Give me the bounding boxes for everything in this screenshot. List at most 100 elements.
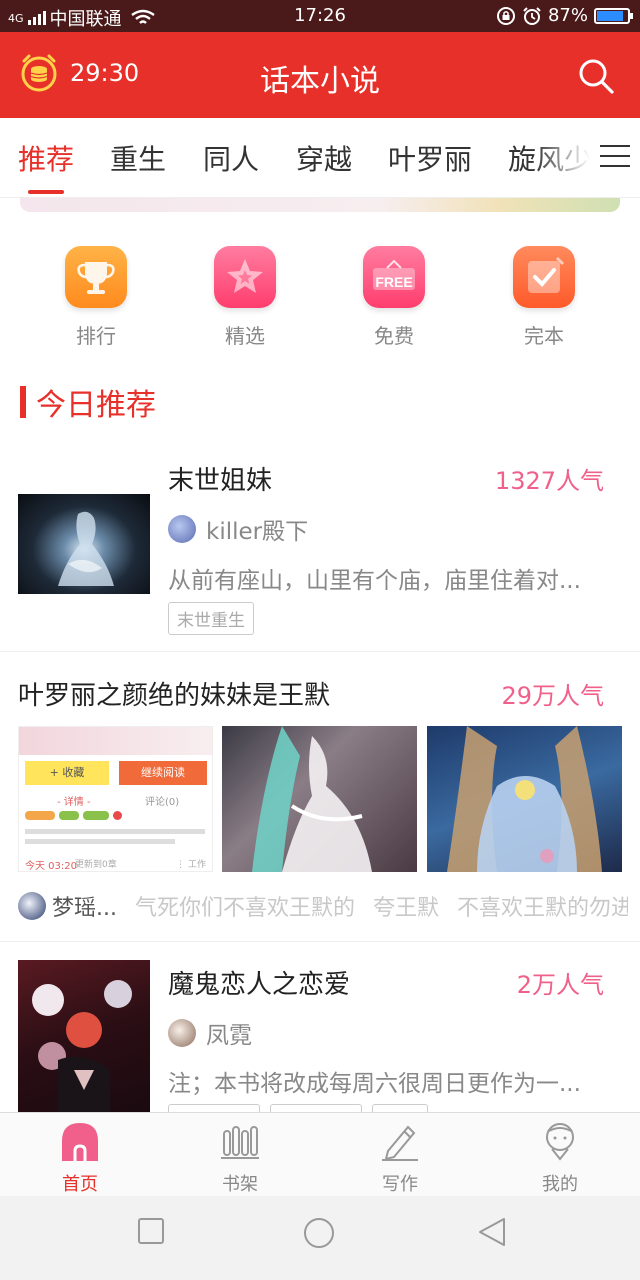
comment-text: 不喜欢王默的勿进 <box>457 896 628 921</box>
book-image-screenshot[interactable]: + 收藏 继续阅读 - 详情 - 评论(0) 今天 03:20 更新到0章 ⋮ … <box>18 726 213 872</box>
book-image[interactable] <box>427 726 622 872</box>
quick-link-free[interactable]: FREE 免费 <box>362 246 426 349</box>
comment-author-name: 梦瑶... <box>52 896 117 921</box>
section-title: 今日推荐 <box>36 388 156 423</box>
app-header: 29:30 话本小说 <box>0 32 640 118</box>
book-popularity: 1327人气 <box>494 467 604 495</box>
section-header: 今日推荐 <box>20 380 156 424</box>
book-tag[interactable] <box>372 1104 428 1112</box>
book-tag[interactable]: 末世重生 <box>168 602 254 635</box>
book-title[interactable]: 末世姐妹 <box>168 460 272 497</box>
screenshot-detail-tab: - 详情 - <box>57 797 91 808</box>
divider <box>0 941 640 942</box>
book-tag[interactable] <box>168 1104 260 1112</box>
tab-recommend[interactable]: 推荐 <box>18 138 74 178</box>
active-tab-indicator <box>28 190 64 194</box>
free-tag-icon: FREE <box>363 246 425 308</box>
tab-fanfic[interactable]: 同人 <box>203 138 259 178</box>
book-tag[interactable] <box>270 1104 362 1112</box>
nav-label: 书架 <box>222 1174 258 1195</box>
bottom-navigation: 首页 书架 写作 我的 <box>0 1112 640 1196</box>
book-description: 注；本书将改成每周六很周日更作为一... <box>168 1071 581 1097</box>
book-description: 从前有座山，山里有个庙，庙里住着对... <box>168 568 581 594</box>
screenshot-read-button: 继续阅读 <box>119 761 207 785</box>
book-author[interactable]: killer殿下 <box>168 512 308 546</box>
tab-time-travel[interactable]: 穿越 <box>296 138 352 178</box>
status-bar: 4G 中国联通 17:26 87% <box>0 0 640 32</box>
author-name: 凤霓 <box>206 1023 252 1049</box>
book-image[interactable] <box>222 726 417 872</box>
quick-link-featured[interactable]: 精选 <box>213 246 277 349</box>
nav-home[interactable]: 首页 <box>40 1121 120 1196</box>
nav-write[interactable]: 写作 <box>360 1121 440 1196</box>
alarm-icon <box>523 6 541 25</box>
lock-rotation-icon <box>496 6 515 25</box>
divider <box>0 651 640 652</box>
nav-label: 首页 <box>62 1174 98 1195</box>
tab-yeluoli[interactable]: 叶罗丽 <box>388 138 472 178</box>
screenshot-tags <box>25 811 122 820</box>
tabs-menu-icon[interactable] <box>600 145 630 169</box>
comment-ticker[interactable]: 梦瑶... 气死你们不喜欢王默的 夸王默 不喜欢王默的勿进 <box>18 890 628 922</box>
illustration-icon <box>252 726 372 872</box>
battery-percent: 87% <box>547 5 588 26</box>
screenshot-time: 今天 03:20 <box>25 861 77 872</box>
screenshot-comment-tab: 评论(0) <box>145 797 180 808</box>
checkmark-icon <box>513 246 575 308</box>
book-title[interactable]: 魔鬼恋人之恋爱 <box>168 964 350 1001</box>
free-icon-text: FREE <box>375 274 413 290</box>
quick-link-finished[interactable]: 完本 <box>512 246 576 349</box>
avatar <box>168 1019 196 1047</box>
trophy-icon <box>65 246 127 308</box>
category-tabs: 推荐 重生 同人 穿越 叶罗丽 旋风少 <box>0 118 640 198</box>
book-cover[interactable] <box>18 960 150 1112</box>
star-icon <box>214 246 276 308</box>
home-button-icon[interactable] <box>302 1216 336 1250</box>
bookshelf-icon <box>221 1126 259 1159</box>
book-author[interactable]: 凤霓 <box>168 1016 252 1050</box>
nav-bookshelf[interactable]: 书架 <box>200 1121 280 1196</box>
screenshot-menu: ⋮ 工作 <box>176 860 206 870</box>
book-popularity: 29万人气 <box>501 682 604 710</box>
screenshot-collect-button: + 收藏 <box>25 761 109 785</box>
app-title: 话本小说 <box>260 64 380 99</box>
avatar <box>18 892 46 920</box>
comment-text: 气死你们不喜欢王默的 <box>134 896 355 921</box>
tab-rebirth[interactable]: 重生 <box>110 138 166 178</box>
nav-label: 写作 <box>382 1174 418 1195</box>
search-icon[interactable] <box>576 56 616 96</box>
author-name: killer殿下 <box>206 519 309 545</box>
battery-icon <box>594 7 633 24</box>
cover-art-icon <box>58 511 114 586</box>
comment-author: 梦瑶... <box>18 890 117 922</box>
profile-icon <box>546 1123 574 1161</box>
comment-text: 夸王默 <box>373 896 440 921</box>
screenshot-text-line <box>25 829 205 834</box>
pencil-icon <box>382 1125 418 1161</box>
quick-link-label: 完本 <box>524 324 564 348</box>
book-cover[interactable] <box>18 494 150 594</box>
quick-link-label: 免费 <box>374 324 414 348</box>
avatar <box>168 515 196 543</box>
cover-art-icon <box>32 980 132 1112</box>
back-icon[interactable] <box>476 1216 508 1248</box>
battery-fill <box>597 10 624 21</box>
banner-carousel[interactable] <box>20 198 620 212</box>
nav-profile[interactable]: 我的 <box>520 1121 600 1196</box>
home-icon <box>62 1123 98 1161</box>
quick-link-label: 排行 <box>76 324 116 348</box>
screenshot-note: 更新到0章 <box>75 860 117 870</box>
recent-apps-icon[interactable] <box>136 1216 166 1246</box>
status-right: 87% <box>496 5 633 26</box>
book-title[interactable]: 叶罗丽之颜绝的妹妹是王默 <box>18 675 330 712</box>
quick-link-label: 精选 <box>225 324 265 348</box>
nav-label: 我的 <box>542 1174 578 1195</box>
section-bar <box>20 386 26 418</box>
quick-link-ranking[interactable]: 排行 <box>64 246 128 349</box>
illustration-icon <box>447 726 602 872</box>
tabs-fade <box>534 118 604 196</box>
book-popularity: 2万人气 <box>516 971 604 999</box>
screenshot-header <box>19 727 212 755</box>
screenshot-text-line <box>25 839 175 844</box>
system-navigation-bar <box>0 1196 640 1280</box>
